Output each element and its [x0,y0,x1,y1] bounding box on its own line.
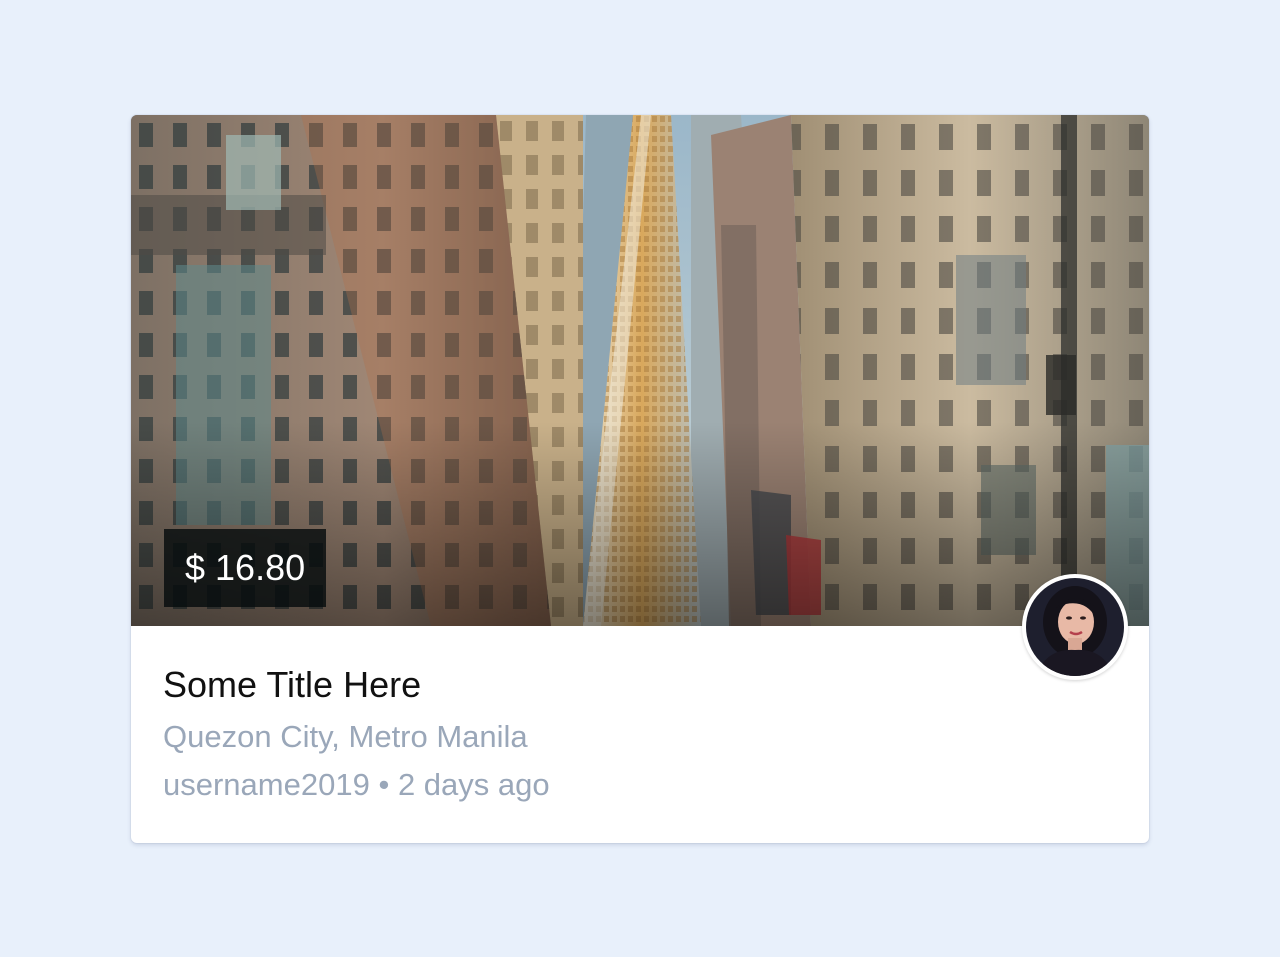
listing-card[interactable]: $ 16.80 Some Title Here Quezon City, Met… [131,115,1149,843]
username-link[interactable]: username2019 [163,767,370,802]
meta-separator: • [378,767,390,802]
listing-location: Quezon City, Metro Manila [163,719,528,754]
listing-photo[interactable]: $ 16.80 [131,115,1149,626]
price-badge: $ 16.80 [164,529,327,607]
listing-meta: username2019 • 2 days ago [163,761,999,809]
posted-time: 2 days ago [397,767,550,802]
listing-title[interactable]: Some Title Here [163,661,999,709]
avatar-image [1026,578,1124,676]
user-avatar[interactable] [1022,574,1128,680]
listing-details: Some Title Here Quezon City, Metro Manil… [163,661,999,809]
